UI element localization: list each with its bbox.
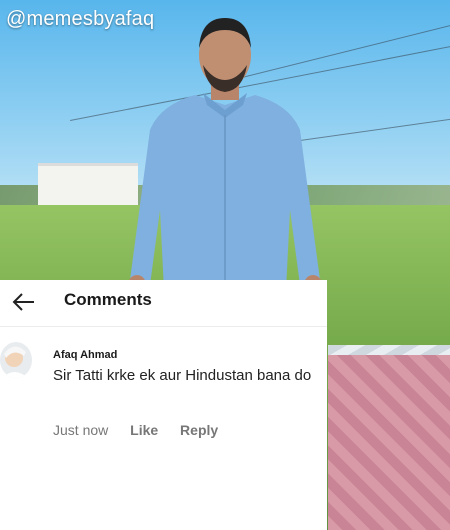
divider xyxy=(0,326,327,327)
comment-timestamp: Just now xyxy=(53,422,109,438)
like-button[interactable]: Like xyxy=(130,422,158,438)
comment-author[interactable]: Afaq Ahmad xyxy=(53,349,117,361)
comment-text: Sir Tatti krke ek aur Hindustan bana do xyxy=(53,367,312,384)
comments-title: Comments xyxy=(64,290,152,309)
man-in-blue-shirt xyxy=(128,18,322,310)
watermark-handle: @memesbyafaq xyxy=(6,8,155,30)
comments-panel: Comments Afaq Ahmad Sir Tatti krke ek au… xyxy=(0,280,327,530)
comment-actions: Just now Like Reply xyxy=(53,422,236,438)
back-button[interactable] xyxy=(10,290,38,314)
reply-button[interactable]: Reply xyxy=(180,422,218,438)
avatar[interactable] xyxy=(0,342,32,378)
building xyxy=(38,163,138,206)
brick-pavement xyxy=(328,355,450,530)
arrow-left-icon xyxy=(12,293,34,311)
